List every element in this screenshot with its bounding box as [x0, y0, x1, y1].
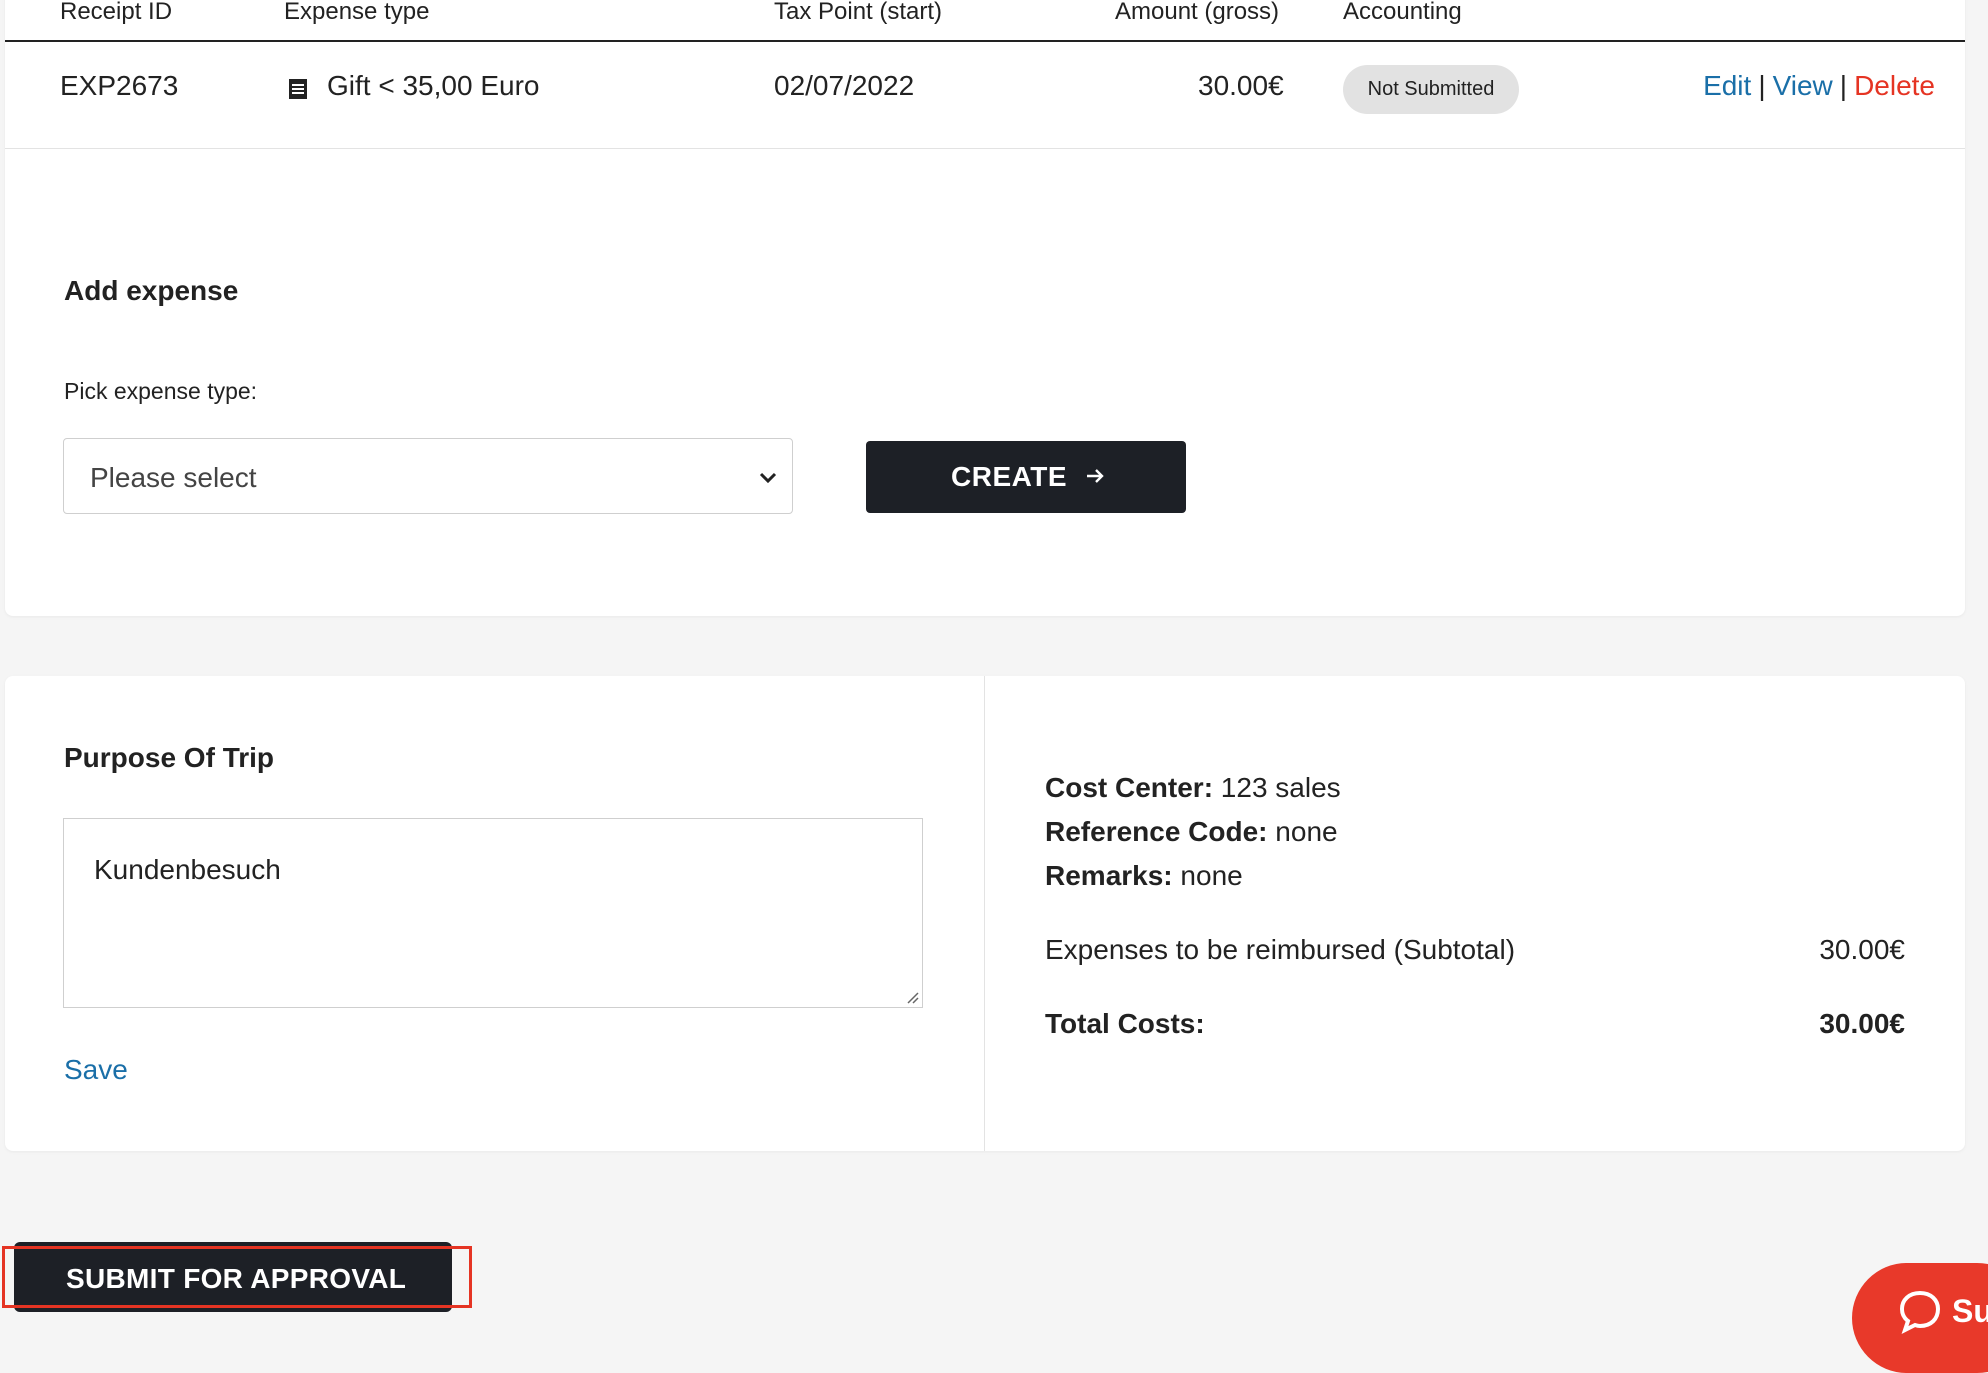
chat-bubble-icon — [1899, 1290, 1941, 1334]
amount-cell: 30.00€ — [1198, 70, 1284, 101]
chat-widget-button[interactable]: Su — [1852, 1263, 1988, 1373]
delete-link[interactable]: Delete — [1854, 70, 1935, 101]
tax-point-cell: 02/07/2022 — [774, 70, 915, 101]
header-receipt-id: Receipt ID — [60, 0, 173, 25]
header-expense-type: Expense type — [284, 0, 430, 25]
remarks-value: none — [1180, 860, 1243, 891]
resize-handle-icon[interactable] — [905, 990, 919, 1004]
pick-expense-type-label: Pick expense type: — [64, 378, 258, 404]
trip-summary-card: Purpose Of Trip Kundenbesuch Save Cost C… — [5, 676, 1965, 1151]
action-separator: | — [1839, 70, 1848, 101]
row-divider — [5, 148, 1965, 149]
submit-button-label: SUBMIT FOR APPROVAL — [66, 1263, 407, 1294]
arrow-right-icon — [1087, 469, 1104, 483]
chevron-down-icon — [759, 472, 777, 484]
cost-center-value: 123 sales — [1220, 772, 1341, 803]
table-header-divider — [5, 40, 1965, 42]
reference-code-value: none — [1275, 816, 1338, 847]
create-button[interactable]: CREATE — [866, 441, 1186, 513]
cost-center-line: Cost Center: 123 sales — [1045, 772, 1341, 804]
remarks-line: Remarks: none — [1045, 860, 1243, 892]
expense-type-cell: Gift < 35,00 Euro — [327, 70, 540, 101]
row-actions: Edit | View | Delete — [1703, 70, 1935, 102]
header-tax-point: Tax Point (start) — [774, 0, 943, 25]
add-expense-title: Add expense — [64, 275, 239, 306]
select-value: Please select — [90, 462, 257, 493]
status-badge: Not Submitted — [1343, 65, 1519, 114]
total-label: Total Costs: — [1045, 1008, 1205, 1039]
subtotal-value: 30.00€ — [1819, 934, 1905, 965]
subtotal-label: Expenses to be reimbursed (Subtotal) — [1045, 934, 1516, 965]
receipt-id-cell: EXP2673 — [60, 70, 179, 101]
header-accounting: Accounting — [1343, 0, 1462, 25]
edit-link[interactable]: Edit — [1703, 70, 1751, 101]
purpose-of-trip-title: Purpose Of Trip — [64, 742, 275, 773]
reference-code-line: Reference Code: none — [1045, 816, 1338, 848]
cost-center-label: Cost Center: — [1045, 772, 1214, 803]
expense-type-select[interactable]: Please select — [63, 438, 793, 514]
reference-code-label: Reference Code: — [1045, 816, 1268, 847]
column-divider — [984, 676, 985, 1151]
view-link[interactable]: View — [1773, 70, 1833, 101]
header-amount: Amount (gross) — [1115, 0, 1280, 25]
purpose-value: Kundenbesuch — [94, 854, 281, 885]
total-value: 30.00€ — [1819, 1008, 1905, 1039]
expenses-table-card: Receipt ID Expense type Tax Point (start… — [5, 0, 1965, 616]
receipt-icon — [289, 79, 307, 99]
action-separator: | — [1758, 70, 1766, 101]
submit-for-approval-button[interactable]: SUBMIT FOR APPROVAL — [14, 1242, 452, 1312]
create-button-label: CREATE — [951, 461, 1068, 492]
purpose-textarea[interactable]: Kundenbesuch — [63, 818, 923, 1008]
remarks-label: Remarks: — [1045, 860, 1173, 891]
save-link[interactable]: Save — [64, 1054, 128, 1086]
chat-label: Su — [1952, 1293, 1988, 1329]
